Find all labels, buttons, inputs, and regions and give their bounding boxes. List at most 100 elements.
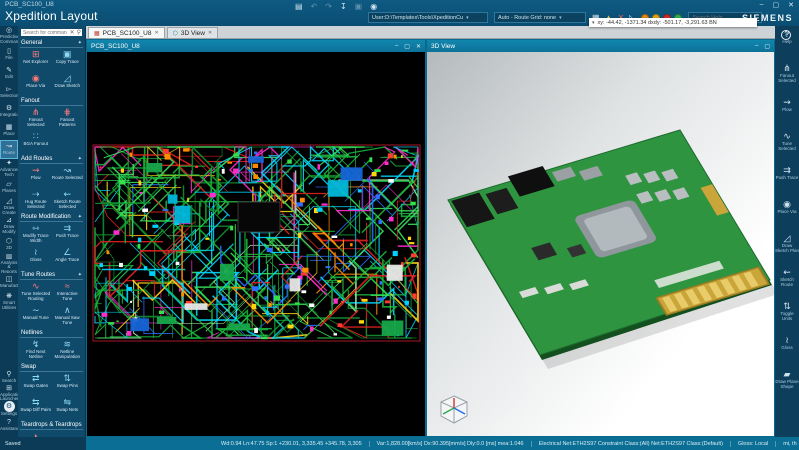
window-control[interactable]: – xyxy=(395,43,398,50)
favorite-gloss[interactable]: ≀ Gloss xyxy=(775,335,799,369)
redo-icon[interactable]: ↷ xyxy=(325,2,332,11)
command-find-next-netline[interactable]: ↯ Find Next Netline xyxy=(20,339,52,362)
command-manual-tune[interactable]: ∼ Manual Tune xyxy=(20,305,52,328)
chevron-down-icon[interactable]: ▾ xyxy=(592,20,595,26)
command-swap-gates[interactable]: ⇄ Swap Gates xyxy=(20,373,52,396)
window-control[interactable]: ✕ xyxy=(788,1,794,9)
pin-icon[interactable]: ✦ xyxy=(78,40,82,46)
window-control[interactable]: – xyxy=(760,1,764,9)
command-label: Plow xyxy=(30,175,41,180)
sidebar-item-assistance[interactable]: ? Assistance xyxy=(0,417,18,433)
pin-icon[interactable]: ✦ xyxy=(78,272,82,278)
favorite-fanout-selected[interactable]: ⋔ Fanout Selected xyxy=(775,63,799,97)
sidebar-item-3d[interactable]: ⬡ 3D xyxy=(0,235,18,254)
command-search[interactable]: ✕ ⚲ xyxy=(21,29,82,36)
favorite-draw-plane-shape[interactable]: ▰ Draw Plane Shape xyxy=(775,369,799,403)
sidebar-item-draw-create[interactable]: ◿ Draw Create xyxy=(0,197,18,216)
sidebar-item-predictive-commands[interactable]: ◎ Predictive Commands xyxy=(0,26,18,45)
command-interactive-tune[interactable]: ≈ Interactive Tune xyxy=(52,281,84,304)
window-control[interactable]: – xyxy=(755,43,758,50)
sidebar-item-route[interactable]: ↝ Route xyxy=(0,140,18,159)
tab-icon: ▦ xyxy=(94,30,100,37)
command-manual-saw-tune[interactable]: ∧ Manual Saw Tune xyxy=(52,305,84,328)
command-netline-manipulation[interactable]: ≋ Netline Manipulation xyxy=(52,339,84,362)
pcb-2d-canvas[interactable] xyxy=(87,52,425,436)
window-control[interactable]: ▢ xyxy=(773,1,780,9)
favorite-tune-selected[interactable]: ∿ Tune Selected xyxy=(775,131,799,165)
command-hug-route-selected[interactable]: ⇢ Hug Route Selected xyxy=(20,189,52,212)
pcb-3d-render xyxy=(447,129,774,369)
pcb-3d-canvas[interactable] xyxy=(427,52,774,436)
window-control[interactable]: ▢ xyxy=(764,43,770,50)
favorite-place-via[interactable]: ◉ Place Via xyxy=(775,199,799,233)
rail-label: Draw Modify xyxy=(2,224,16,234)
sidebar-item-application-launcher[interactable]: ⊞ Application Launcher xyxy=(0,385,18,401)
clear-icon[interactable]: ✕ xyxy=(69,29,76,36)
command-icon: ▣ xyxy=(62,49,72,59)
command-bga-fanout[interactable]: ∷ BGA Fanout xyxy=(20,131,52,154)
save-icon[interactable]: ▤ xyxy=(295,2,303,11)
sidebar-item-smart-utilities[interactable]: ❋ Smart Utilities xyxy=(0,292,18,311)
command-swap-diff-pairs[interactable]: ⇆ Swap Diff Pairs xyxy=(20,397,52,420)
command-fanout-selected[interactable]: ⋔ Fanout Selected xyxy=(20,107,52,130)
help-icon[interactable]: ? xyxy=(781,30,791,40)
route-grid-dropdown[interactable]: Auto - Route Grid: none xyxy=(494,12,586,23)
sidebar-item-integration[interactable]: ⚙ Integration xyxy=(0,102,18,121)
view-3d-titlebar[interactable]: 3D View – ▢ xyxy=(427,40,774,52)
sidebar-item-selection[interactable]: ▻ Selection xyxy=(0,83,18,102)
tab-3d-view[interactable]: ⬡ 3D View ✕ xyxy=(166,27,219,38)
tab-close-icon[interactable]: ✕ xyxy=(154,30,158,36)
favorite-sketch-route[interactable]: ⇜ Sketch Route xyxy=(775,267,799,301)
tab-close-icon[interactable]: ✕ xyxy=(208,30,212,36)
sidebar-item-planes[interactable]: ▱ Planes xyxy=(0,178,18,197)
orientation-cube[interactable] xyxy=(435,390,473,428)
search-icon[interactable]: ⚲ xyxy=(76,29,82,36)
command-net-explorer[interactable]: ⊞ Net Explorer xyxy=(20,49,52,72)
command-search-input[interactable] xyxy=(21,29,69,36)
sidebar-item-search[interactable]: ⚲ Search xyxy=(0,369,18,385)
undo-icon[interactable]: ↶ xyxy=(311,2,318,11)
command-plow[interactable]: ⇝ Plow xyxy=(20,165,52,188)
lock-icon[interactable]: ◉ xyxy=(370,2,377,11)
command-modify-trace-width[interactable]: ⇿ Modify Trace Width xyxy=(20,223,52,246)
sidebar-item-analysis-reports[interactable]: ▥ Analysis & Reports xyxy=(0,254,18,273)
favorite-plow[interactable]: ⇝ Plow xyxy=(775,97,799,131)
command-push-trace[interactable]: ⇉ Push Trace xyxy=(52,223,84,246)
rail-label: Assistance xyxy=(0,425,18,431)
command-gloss[interactable]: ≀ Gloss xyxy=(20,247,52,270)
command-angle-trace[interactable]: ∠ Angle Trace xyxy=(52,247,84,270)
sidebar-item-settings[interactable]: ⚙ Settings xyxy=(0,401,18,417)
sidebar-item-file[interactable]: ▯ File xyxy=(0,45,18,64)
sidebar-item-manufact[interactable]: ◫ Manufact... xyxy=(0,273,18,292)
sidebar-item-edit[interactable]: ✎ Edit xyxy=(0,64,18,83)
pin-icon[interactable]: ↧ xyxy=(340,2,347,11)
layout-window-titlebar[interactable]: PCB_SC100_U8 – ▢ ✕ xyxy=(87,40,425,52)
pin-icon[interactable]: ✦ xyxy=(78,156,82,162)
rail-label: Selection xyxy=(0,93,18,99)
sidebar-item-draw-modify[interactable]: ⊿ Draw Modify xyxy=(0,216,18,235)
tab-pcb-sc100-u8[interactable]: ▦ PCB_SC100_U8 ✕ xyxy=(88,27,165,38)
template-dropdown[interactable]: User:D:\Templates\Tools\XpeditionCu xyxy=(368,12,488,23)
command-route-selected[interactable]: ↝ Route Selected xyxy=(52,165,84,188)
command-icon: ∷ xyxy=(32,131,39,141)
command-label: Place Via xyxy=(26,83,46,88)
command-sketch-route-selected[interactable]: ⇜ Sketch Route Selected xyxy=(52,189,84,212)
command-swap-pins[interactable]: ⇅ Swap Pins xyxy=(52,373,84,396)
window-control[interactable]: ✕ xyxy=(416,43,421,50)
command-fanout-patterns[interactable]: ⋕ Fanout Patterns xyxy=(52,107,84,130)
sidebar-item-place[interactable]: ▦ Place xyxy=(0,121,18,140)
window-control[interactable]: ▢ xyxy=(404,43,410,50)
attach-icon[interactable]: ▣ xyxy=(355,2,363,11)
view-3d-window: 3D View – ▢ xyxy=(426,39,775,437)
command-place-via[interactable]: ◉ Place Via xyxy=(20,73,52,96)
favorite-push-trace[interactable]: ⇉ Push Trace xyxy=(775,165,799,199)
pin-icon[interactable]: ✦ xyxy=(78,214,82,220)
sidebar-item-advanced-tech[interactable]: ✦ Advanced Tech xyxy=(0,159,18,178)
command-swap-nets[interactable]: ⇋ Swap Nets xyxy=(52,397,84,420)
favorite-draw-sketch-plan[interactable]: ◿ Draw Sketch Plan xyxy=(775,233,799,267)
favorite-toggle-units[interactable]: ⇅ Toggle Units xyxy=(775,301,799,335)
command-tune-selected-routing[interactable]: ∿ Tune Selected Routing xyxy=(20,281,52,304)
command-copy-trace[interactable]: ▣ Copy Trace xyxy=(52,49,84,72)
favorite-label: Draw Plane Shape xyxy=(775,379,799,389)
command-draw-sketch[interactable]: ◿ Draw Sketch xyxy=(52,73,84,96)
